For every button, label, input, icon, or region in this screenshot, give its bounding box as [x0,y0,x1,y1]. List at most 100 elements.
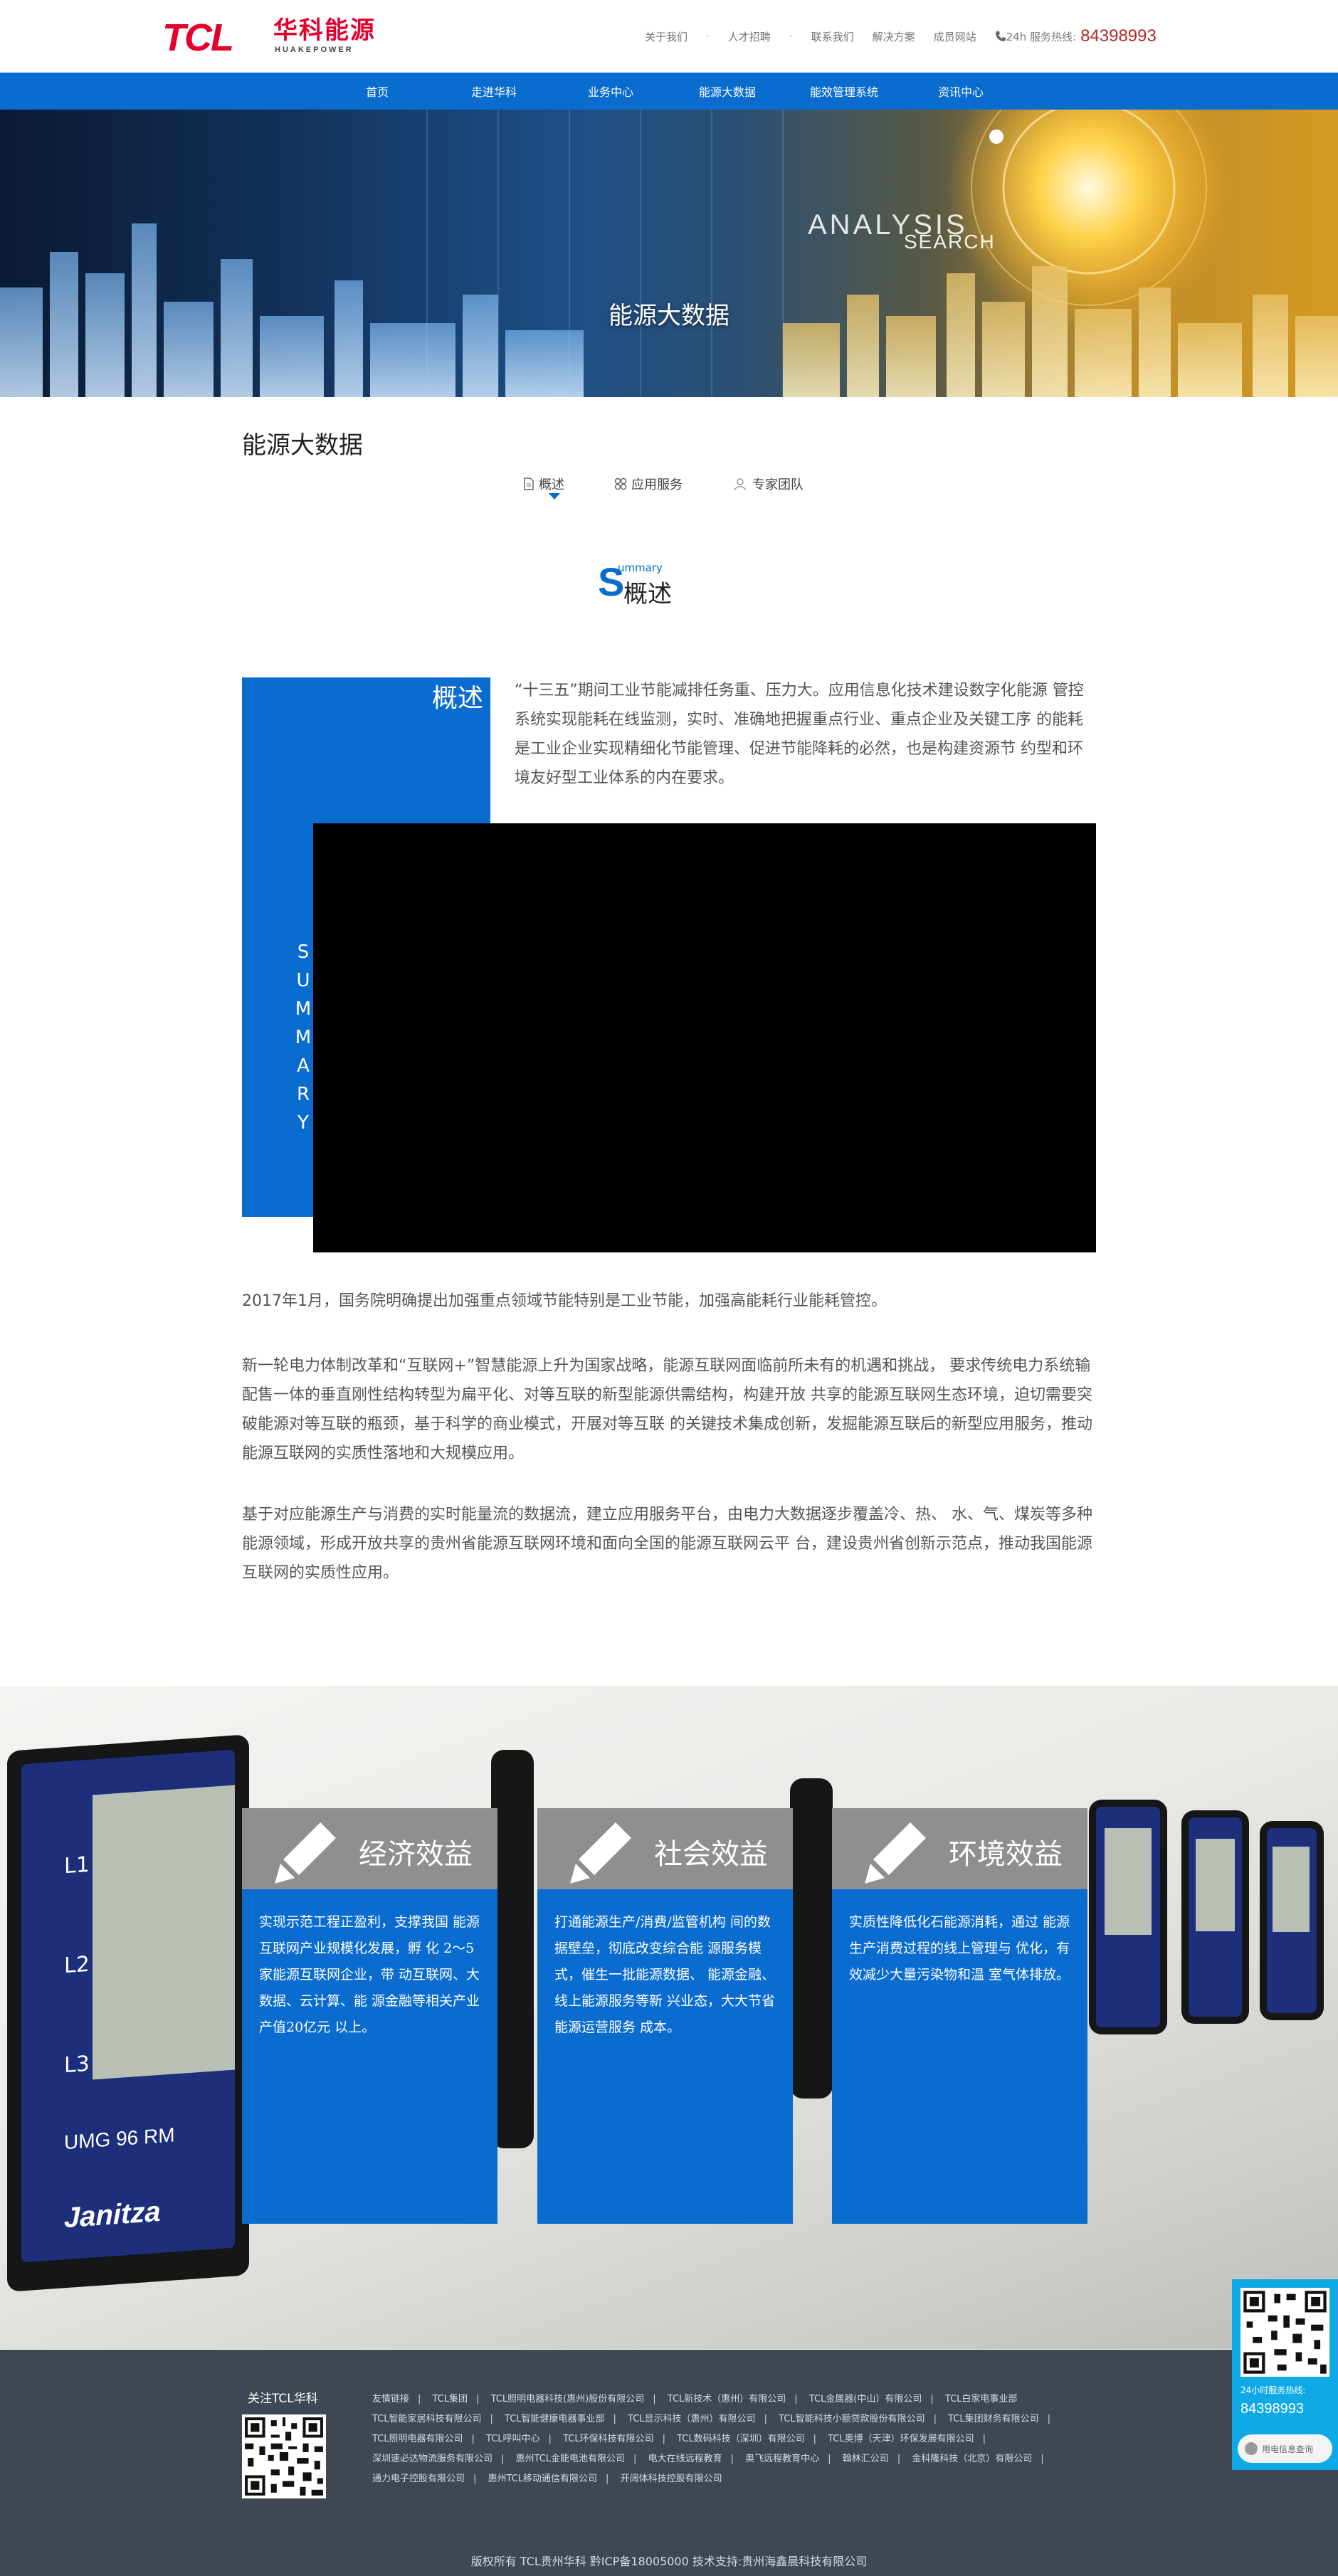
summary-panel-label: 概述 [431,684,483,713]
separator-dot: · [706,30,710,43]
logo-cn: 华科能源 [273,16,376,45]
footer-link[interactable]: 开阔体科技控股有限公司 [621,2474,722,2484]
nav-item-bigdata[interactable]: 能源大数据 [669,83,786,100]
footer-link[interactable]: TCL呼叫中心 [486,2434,540,2444]
footer-link[interactable]: TCL智能健康电器事业部 [505,2414,605,2424]
separator-dot: · [789,30,793,43]
benefit-text: 实现示范工程正盈利，支撑我国 能源互联网产业规模化发展，孵 化 2～5 家能源互… [259,1914,480,2035]
footer-link[interactable]: TCL数码科技（深圳）有限公司 [677,2434,805,2444]
footer-follow-label: 关注TCL华科 [248,2392,318,2406]
nav-item-home[interactable]: 首页 [319,83,436,100]
hotline-label: 24h 服务热线: [1006,30,1077,43]
footer-link[interactable]: TCL金属器(中山）有限公司 [809,2394,922,2405]
nav-item-business[interactable]: 业务中心 [552,83,669,100]
vertical-letter: R [296,1084,310,1105]
footer-link[interactable]: TCL白家电事业部 [945,2394,1018,2405]
qr-code-icon [242,2414,326,2498]
benefit-card-economic: 经济效益 实现示范工程正盈利，支撑我国 能源互联网产业规模化发展，孵 化 2～5… [242,1808,497,2224]
footer-link[interactable]: 深圳速必达物流服务有限公司 [372,2454,492,2464]
top-link-members[interactable]: 成员网站 [934,29,976,44]
nav-item-about[interactable]: 走进华科 [436,83,552,100]
footer-link[interactable]: TCL显示科技（惠州）有限公司 [628,2414,756,2424]
pencil-icon [865,1822,926,1884]
page-title: 能源大数据 [242,431,363,460]
benefit-title: 社会效益 [654,1838,768,1871]
footer-link[interactable]: TCL集团财务有限公司 [948,2414,1039,2424]
summary-vertical-text: S U M M A R Y [295,938,312,1137]
footer-qr-code [242,2414,326,2498]
footer: 关注TCL华科 友情链接 | TCL集团 | TCL照明电器科技(惠州)股份有限公司… [0,2350,1338,2576]
banner-word-analysis: ANALYSIS [808,209,968,241]
benefit-text: 实质性降低化石能源消耗，通过 能源生产消费过程的线上管理与 优化，有效减少大量污… [849,1914,1070,1983]
tab-services[interactable]: 应用服务 [614,472,683,496]
footer-link[interactable]: 金科隆科技（北京）有限公司 [912,2454,1032,2464]
top-link-careers[interactable]: 人才招聘 [728,29,771,44]
section-heading: S ummary 概述 [598,559,740,608]
footer-link[interactable]: 惠州TCL金能电池有限公司 [516,2454,626,2464]
footer-link[interactable]: TCL智能家居科技有限公司 [372,2414,482,2424]
grid-icon [614,477,627,490]
nav-item-news[interactable]: 资讯中心 [902,83,1019,100]
top-link-contact[interactable]: 联系我们 [811,29,854,44]
banner-title: 能源大数据 [609,302,729,330]
pencil-icon [275,1822,336,1884]
footer-links: 友情链接 | TCL集团 | TCL照明电器科技(惠州)股份有限公司 | TCL新技术… [372,2394,1051,2484]
meter-brand: Janitza [64,2195,161,2234]
pencil-icon [570,1822,631,1884]
section-heading-cn: 概述 [623,580,672,608]
summary-paragraph: 新一轮电力体制改革和“互联网+”智慧能源上升为国家战略，能源互联网面临前所未有的… [242,1357,1092,1462]
footer-link[interactable]: TCL照明电器科技(惠州)股份有限公司 [491,2394,645,2405]
tab-label: 专家团队 [752,477,804,492]
benefit-card-header: 经济效益 [242,1808,497,1889]
summary-image [313,823,1096,1252]
city-skyline-image [0,110,1338,397]
benefit-card-header: 环境效益 [832,1808,1087,1889]
copyright: 版权所有 TCL贵州华科 黔ICP备18005000 技术支持:贵州海鑫晨科技有… [470,2555,868,2568]
tab-summary[interactable]: 概述 [523,472,564,500]
footer-link[interactable]: 电大在线远程教育 [648,2454,722,2464]
benefit-card-environmental: 环境效益 实质性降低化石能源消耗，通过 能源生产消费过程的线上管理与 优化，有效… [832,1808,1087,2224]
nav-item-efficiency[interactable]: 能效管理系统 [786,83,902,100]
summary-intro-text: “十三五”期间工业节能减排任务重、压力大。应用信息化技术建设数字化能源 管控系统… [515,682,1084,787]
meter-label-l3: L3 [64,2051,90,2079]
hero-banner: SEARCH ANALYSIS 能源大数据 [0,110,1338,397]
top-link-about[interactable]: 关于我们 [645,29,688,44]
hotline-number: 84398993 [1080,26,1157,46]
vertical-letter: M [295,1027,312,1048]
sub-tabs: 概述 应用服务 专家团队 [523,472,853,500]
power-meter-image: L1 L2 L3 UMG 96 RM Janitza [7,1734,249,2292]
tab-label: 应用服务 [631,477,683,492]
footer-link[interactable]: TCL照明电器有限公司 [372,2434,463,2444]
side-hotline-label: 24小时服务热线: [1240,2385,1306,2395]
tab-experts[interactable]: 专家团队 [732,472,804,496]
logo-tcl: TCL [162,16,234,59]
benefit-title: 经济效益 [359,1838,473,1871]
logo-en: HUAKEPOWER [275,46,354,54]
logo[interactable]: TCL 华科能源 HUAKEPOWER [162,16,376,57]
tab-label: 概述 [539,477,564,492]
footer-link[interactable]: TCL新技术（惠州）有限公司 [668,2394,786,2405]
footer-link[interactable]: 奥飞远程教育中心 [745,2454,819,2464]
summary-paragraph: 基于对应能源生产与消费的实时能量流的数据流，建立应用服务平台，由电力大数据逐步覆… [242,1506,1092,1582]
vertical-letter: S [297,941,310,963]
footer-link[interactable]: 翰林汇公司 [843,2454,889,2464]
meter-label-l2: L2 [64,1951,90,1979]
hotline: 24h 服务热线: 84398993 [995,26,1157,46]
footer-link[interactable]: TCL集团 [433,2394,468,2405]
top-link-solutions[interactable]: 解决方案 [873,29,915,44]
meter-label-l1: L1 [64,1852,90,1879]
footer-link[interactable]: 惠州TCL移动通信有限公司 [488,2474,598,2484]
electricity-query-button[interactable]: 用电信息查询 [1238,2434,1332,2463]
benefit-card-social: 社会效益 打通能源生产/消费/监管机构 间的数据壁垒，彻底改变综合能 源服务模式… [537,1808,793,2224]
benefit-title: 环境效益 [949,1838,1063,1871]
footer-link[interactable]: TCL环保科技有限公司 [563,2434,654,2444]
phone-icon [995,31,1006,41]
vertical-letter: Y [297,1112,309,1134]
vertical-letter: U [296,970,310,991]
footer-link[interactable]: 通力电子控股有限公司 [372,2474,465,2484]
footer-link[interactable]: TCL奥博（天津）环保发展有限公司 [828,2434,974,2444]
vertical-letter: M [295,998,312,1020]
summary-paragraph: 2017年1月，国务院明确提出加强重点领域节能特别是工业节能，加强高能耗行业能耗… [242,1292,887,1310]
footer-link[interactable]: 友情链接 [372,2394,409,2405]
footer-link[interactable]: TCL智能科技小额贷款股份有限公司 [779,2414,925,2424]
